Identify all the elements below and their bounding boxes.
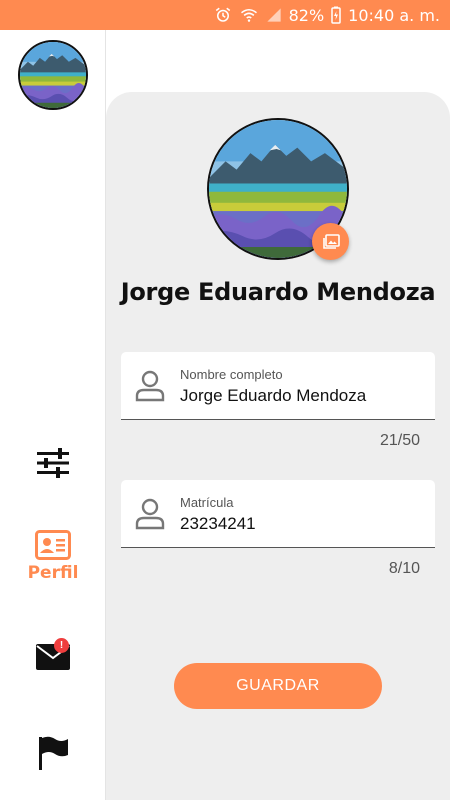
alarm-icon — [215, 7, 230, 22]
battery-icon — [331, 6, 341, 24]
sliders-icon — [37, 448, 69, 478]
matricula-label: Matrícula — [180, 495, 234, 510]
sidebar-item-messages[interactable]: ! — [0, 638, 106, 670]
sidebar-item-label: Perfil — [27, 563, 79, 583]
full-name-field[interactable]: Nombre completo Jorge Eduardo Mendoza — [121, 352, 435, 420]
matricula-counter: 8/10 — [388, 560, 420, 577]
sidebar: Perfil ! — [0, 30, 106, 800]
status-time: 10:40 a. m. — [348, 5, 440, 25]
avatar[interactable] — [18, 40, 88, 110]
profile-panel: Jorge Eduardo Mendoza Nombre completo Jo… — [106, 92, 450, 800]
battery-percent: 82% — [288, 5, 325, 25]
full-name-counter: 21/50 — [379, 432, 420, 449]
profile-name: Jorge Eduardo Mendoza — [120, 278, 436, 306]
signal-icon — [266, 8, 281, 22]
notification-badge: ! — [54, 638, 69, 653]
status-bar: 82% 10:40 a. m. — [0, 0, 450, 30]
sidebar-item-filters[interactable] — [0, 448, 106, 478]
person-icon — [135, 370, 165, 402]
avatar-photo — [20, 42, 86, 108]
sidebar-item-flag[interactable] — [0, 736, 106, 770]
full-name-label: Nombre completo — [180, 367, 283, 382]
change-photo-button[interactable] — [312, 223, 349, 260]
person-icon — [135, 498, 165, 530]
image-icon — [322, 233, 340, 249]
full-name-value[interactable]: Jorge Eduardo Mendoza — [180, 386, 366, 406]
flag-icon — [39, 736, 68, 770]
wifi-icon — [240, 9, 257, 22]
sidebar-item-perfil[interactable]: Perfil — [0, 530, 106, 583]
id-card-icon — [35, 530, 71, 560]
save-button[interactable]: GUARDAR — [174, 663, 382, 709]
matricula-value[interactable]: 23234241 — [180, 514, 256, 534]
matricula-field[interactable]: Matrícula 23234241 — [121, 480, 435, 548]
